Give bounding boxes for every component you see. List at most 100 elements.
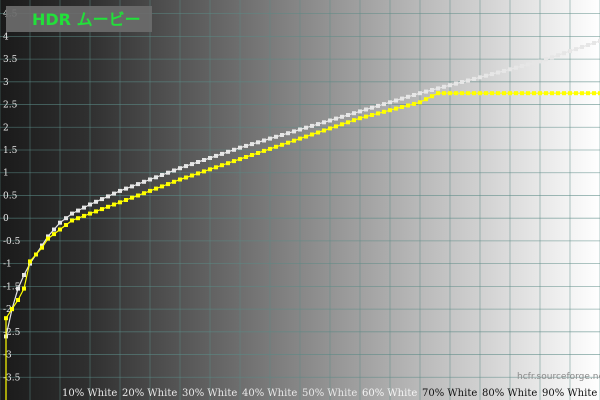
series-point [232,159,236,164]
series-point [430,94,434,99]
series-point [250,142,254,147]
series-point [514,91,518,96]
series-point [76,216,80,221]
series-point [382,109,386,114]
y-tick-label: 1 [3,169,9,179]
series-point [388,100,392,105]
y-tick-label: 0.5 [3,191,18,201]
series-point [346,113,350,117]
series-point [160,184,164,189]
series-point [586,43,590,47]
series-point [328,126,332,131]
series-point [562,91,566,96]
series-point [550,91,554,96]
series-point [28,259,32,264]
x-tick-label: 80% White [482,388,537,399]
series-point [286,131,290,136]
x-tick-label: 10% White [62,388,117,399]
series-point [418,91,422,96]
series-point [538,91,542,96]
series-point [340,122,344,127]
series-point [520,64,524,69]
series-point [556,53,560,58]
series-point [220,163,224,168]
watermark: hcfr.sourceforge.net [517,372,600,382]
series-point [442,84,446,89]
series-point [76,208,80,213]
series-point [22,286,26,291]
series-point [388,108,392,113]
y-tick-label: 2 [3,123,9,133]
series-point [490,72,494,77]
series-point [256,151,260,155]
series-point [328,118,332,123]
series-point [424,97,428,102]
series-point [556,91,560,96]
gamma-chart: -3.5-3-2.5-2-1.5-1-0.500.511.522.533.544… [0,0,600,400]
y-tick-label: 2.5 [3,101,18,111]
series-point [562,51,566,56]
series-point [412,93,416,97]
series-point [586,91,590,96]
series-point [322,120,326,125]
series-point [262,148,266,153]
series-point [52,232,56,237]
series-point [202,158,206,162]
series-point [544,91,548,96]
series-point [334,116,338,121]
series-point [280,133,284,137]
y-tick-label: 4 [3,32,9,42]
series-point [394,106,398,111]
series-point [178,177,182,182]
series-point [172,168,176,173]
series-point [364,107,368,112]
series-point [358,116,362,121]
series-point [112,191,116,196]
x-tick-label: 70% White [422,388,477,399]
series-point [346,120,350,125]
series-point [196,171,200,176]
series-point [592,91,596,96]
series-point [292,138,296,143]
series-point [568,49,572,54]
series-point [202,169,206,174]
y-tick-label: 0 [3,214,9,224]
series-point [460,91,464,96]
series-point [466,91,470,96]
series-point [496,91,500,96]
series-point [64,216,68,221]
series-point [94,209,98,214]
series-point [316,122,320,127]
series-point [82,213,86,218]
y-tick-label: 3 [3,78,9,88]
series-point [526,62,530,67]
series-point [196,160,200,164]
series-point [406,103,410,108]
series-point [580,91,584,96]
series-point [466,78,470,83]
series-point [166,170,170,175]
series-point [46,236,50,241]
series-point [472,91,476,96]
series-point [58,220,62,225]
series-point [250,153,254,157]
series-point [364,114,368,119]
series-point [118,200,122,205]
series-point [106,194,110,199]
series-point [424,89,428,94]
series-point [34,252,38,257]
series-point [478,91,482,96]
series-point [352,111,356,116]
series-point [226,161,230,166]
series-point [88,211,92,216]
series-point [220,151,224,156]
y-tick-label: -1 [3,260,12,270]
series-point [496,70,500,75]
series-point [526,91,530,96]
series-point [358,109,362,114]
series-point [400,105,404,109]
series-point [370,105,374,110]
series-point [136,193,140,198]
series-point [406,94,410,99]
series-point [484,73,488,78]
